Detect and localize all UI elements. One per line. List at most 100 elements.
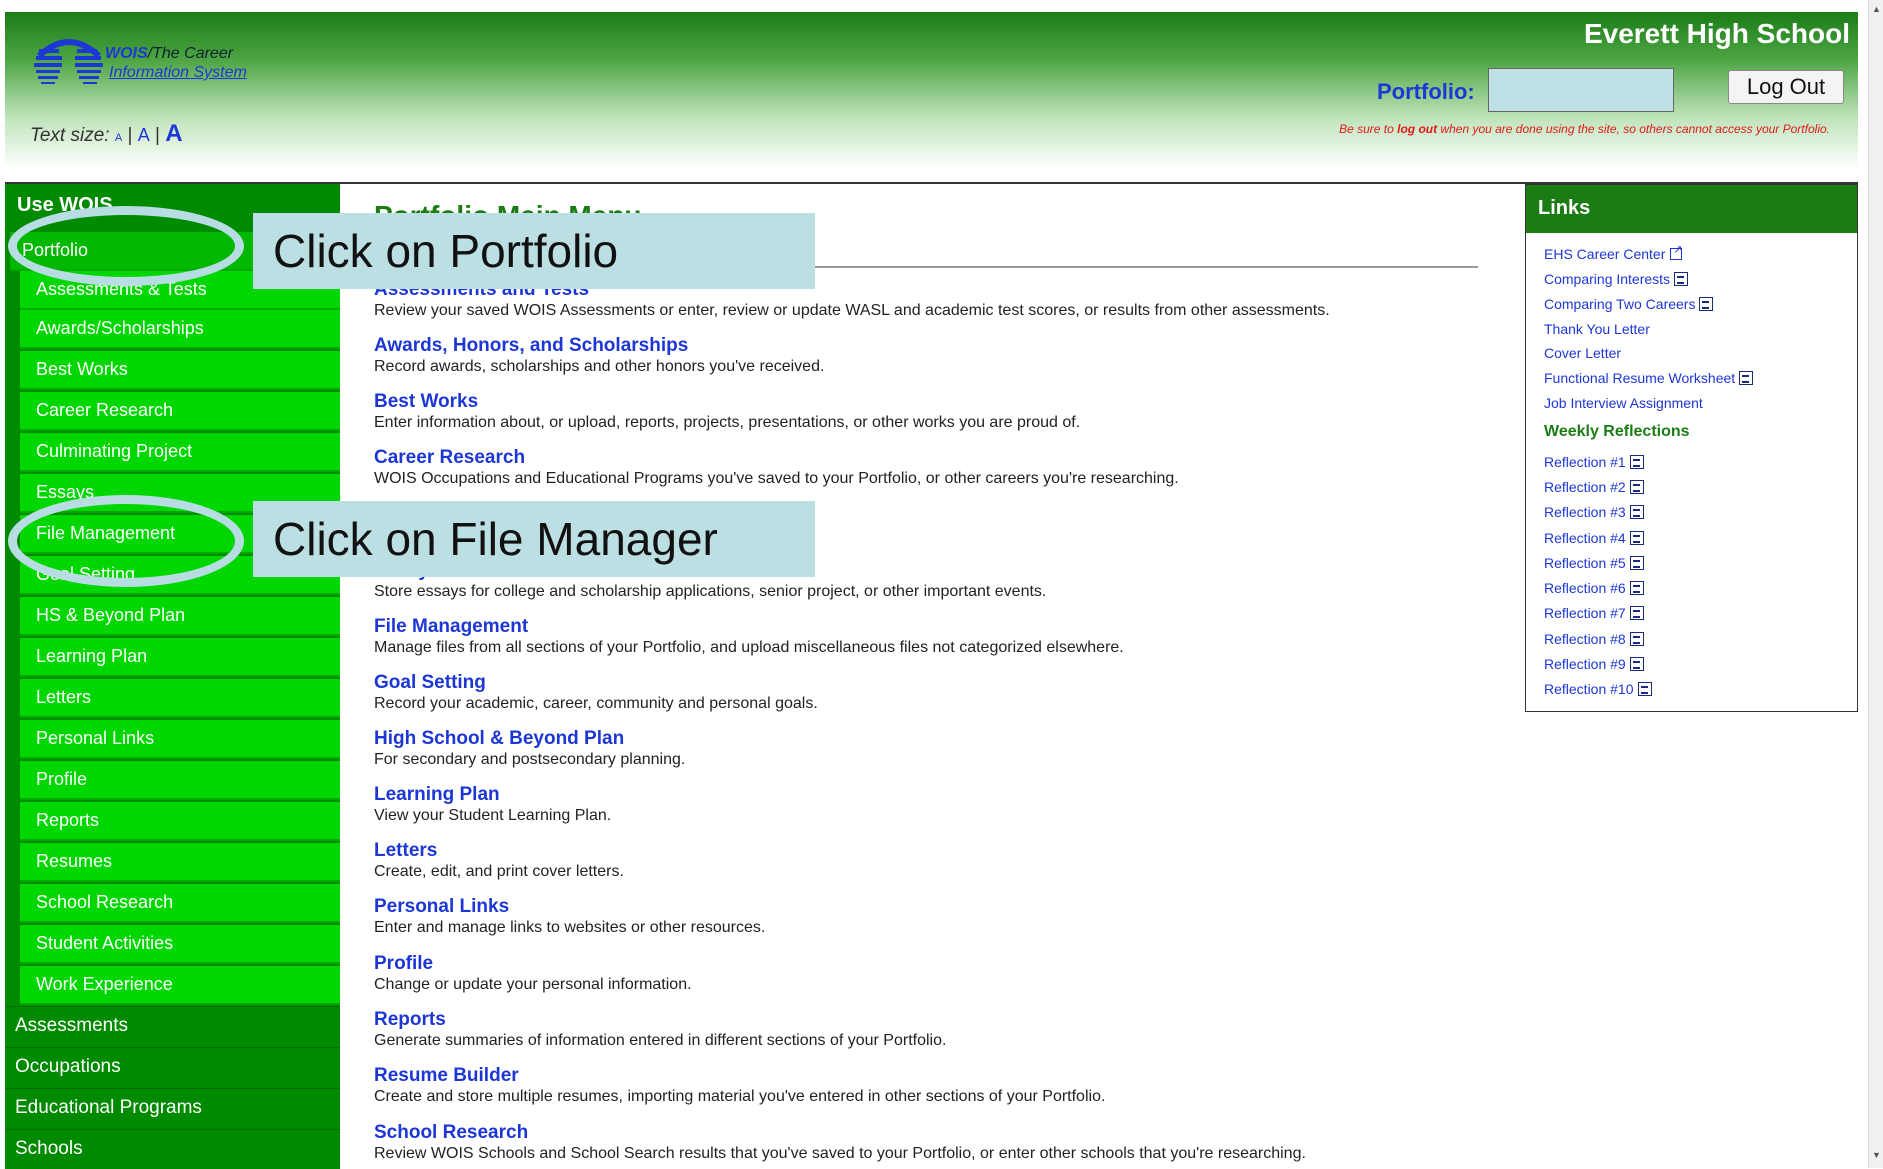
- link-label: Cover Letter: [1544, 345, 1622, 361]
- link-reflection-9[interactable]: Reflection #9: [1544, 656, 1644, 672]
- link-label: Reflection #4: [1544, 530, 1626, 546]
- menu-item-title-link[interactable]: Profile: [374, 953, 1524, 975]
- scroll-up-arrow-icon[interactable]: ▲: [1872, 4, 1881, 14]
- menu-item-title-link[interactable]: Learning Plan: [374, 784, 1524, 806]
- menu-item-goal-setting: Goal Setting Record your academic, caree…: [374, 672, 1524, 714]
- nav-category-educational-programs[interactable]: Educational Programs: [5, 1088, 340, 1128]
- nav-category-schools[interactable]: Schools: [5, 1129, 340, 1169]
- menu-item-title-link[interactable]: Letters: [374, 840, 1524, 862]
- document-icon: [1629, 606, 1644, 620]
- menu-item-resume-builder: Resume Builder Create and store multiple…: [374, 1065, 1524, 1107]
- link-label: Reflection #2: [1544, 479, 1626, 495]
- link-reflection-3[interactable]: Reflection #3: [1544, 504, 1644, 520]
- menu-item-school-research: School Research Review WOIS Schools and …: [374, 1122, 1524, 1164]
- highlight-ring-file-management: [8, 495, 244, 587]
- menu-item-best-works: Best Works Enter information about, or u…: [374, 391, 1524, 433]
- text-size-large-link[interactable]: A: [165, 120, 182, 147]
- link-reflection-6[interactable]: Reflection #6: [1544, 580, 1644, 596]
- nav-category-occupations[interactable]: Occupations: [5, 1047, 340, 1087]
- document-icon: [1637, 682, 1652, 696]
- site-header: WOIS/The Career Information System Text …: [5, 12, 1858, 184]
- menu-item-description: Enter information about, or upload, repo…: [374, 414, 1081, 431]
- callout-click-portfolio: Click on Portfolio: [253, 213, 815, 289]
- link-thank-you-letter[interactable]: Thank You Letter: [1544, 321, 1650, 337]
- link-reflection-7[interactable]: Reflection #7: [1544, 605, 1644, 621]
- nav-item-profile[interactable]: Profile: [20, 761, 340, 800]
- document-icon: [1699, 297, 1714, 311]
- link-reflection-4[interactable]: Reflection #4: [1544, 530, 1644, 546]
- menu-item-description: For secondary and postsecondary planning…: [374, 751, 686, 768]
- menu-item-title-link[interactable]: Awards, Honors, and Scholarships: [374, 335, 1524, 357]
- log-out-button[interactable]: Log Out: [1728, 70, 1844, 104]
- nav-item-reports[interactable]: Reports: [20, 802, 340, 841]
- links-panel-header: Links: [1526, 185, 1857, 233]
- link-reflection-10[interactable]: Reflection #10: [1544, 681, 1652, 697]
- link-label: Reflection #3: [1544, 504, 1626, 520]
- nav-item-culminating-project[interactable]: Culminating Project: [20, 433, 340, 472]
- vertical-scrollbar[interactable]: ▲ ▼: [1868, 0, 1883, 1168]
- menu-item-title-link[interactable]: Career Research: [374, 447, 1524, 469]
- link-label: EHS Career Center: [1544, 246, 1666, 262]
- text-size-small-link[interactable]: A: [115, 132, 122, 144]
- link-reflection-8[interactable]: Reflection #8: [1544, 631, 1644, 647]
- link-label: Functional Resume Worksheet: [1544, 370, 1736, 386]
- nav-item-school-research[interactable]: School Research: [20, 884, 340, 923]
- link-ehs-career-center[interactable]: EHS Career Center: [1544, 243, 1683, 262]
- menu-item-title-link[interactable]: High School & Beyond Plan: [374, 728, 1524, 750]
- nav-item-personal-links[interactable]: Personal Links: [20, 720, 340, 759]
- menu-item-awards: Awards, Honors, and Scholarships Record …: [374, 335, 1524, 377]
- menu-item-title-link[interactable]: Personal Links: [374, 896, 1524, 918]
- nav-item-awards-scholarships[interactable]: Awards/Scholarships: [20, 310, 340, 349]
- document-icon: [1629, 455, 1644, 469]
- portfolio-input[interactable]: [1488, 68, 1674, 112]
- menu-item-career-research: Career Research WOIS Occupations and Edu…: [374, 447, 1524, 489]
- document-icon: [1629, 581, 1644, 595]
- menu-item-description: WOIS Occupations and Educational Program…: [374, 470, 1179, 487]
- menu-item-reports: Reports Generate summaries of informatio…: [374, 1009, 1524, 1051]
- logo-line-1-rest: /The Career: [147, 45, 234, 62]
- nav-item-resumes[interactable]: Resumes: [20, 843, 340, 882]
- links-panel: Links EHS Career Center Comparing Intere…: [1525, 184, 1858, 712]
- document-icon: [1629, 505, 1644, 519]
- school-name: Everett High School: [1583, 18, 1850, 49]
- nav-item-best-works[interactable]: Best Works: [20, 351, 340, 390]
- logo-brand: WOIS: [105, 45, 148, 62]
- menu-item-description: Generate summaries of information entere…: [374, 1032, 947, 1049]
- menu-item-personal-links: Personal Links Enter and manage links to…: [374, 896, 1524, 938]
- menu-item-description: Review WOIS Schools and School Search re…: [374, 1145, 1306, 1162]
- menu-item-title-link[interactable]: Best Works: [374, 391, 1524, 413]
- menu-item-title-link[interactable]: Resume Builder: [374, 1065, 1524, 1087]
- nav-category-assessments[interactable]: Assessments: [5, 1006, 340, 1046]
- link-reflection-5[interactable]: Reflection #5: [1544, 555, 1644, 571]
- document-icon: [1629, 632, 1644, 646]
- link-reflection-1[interactable]: Reflection #1: [1544, 454, 1644, 470]
- text-size-medium-link[interactable]: A: [138, 125, 150, 145]
- link-comparing-interests[interactable]: Comparing Interests: [1544, 271, 1689, 287]
- nav-item-learning-plan[interactable]: Learning Plan: [20, 638, 340, 677]
- external-link-icon: [1670, 243, 1683, 260]
- text-size-label: Text size:: [30, 125, 110, 146]
- link-comparing-two-careers[interactable]: Comparing Two Careers: [1544, 296, 1714, 312]
- wois-logo-mark-icon: [34, 39, 103, 84]
- nav-item-work-experience[interactable]: Work Experience: [20, 966, 340, 1005]
- menu-item-description: Enter and manage links to websites or ot…: [374, 919, 766, 936]
- link-cover-letter[interactable]: Cover Letter: [1544, 345, 1621, 361]
- menu-item-title-link[interactable]: School Research: [374, 1122, 1524, 1144]
- menu-item-description: View your Student Learning Plan.: [374, 807, 612, 824]
- scroll-down-arrow-icon[interactable]: ▼: [1872, 1150, 1881, 1160]
- menu-item-title-link[interactable]: Goal Setting: [374, 672, 1524, 694]
- nav-item-letters[interactable]: Letters: [20, 679, 340, 718]
- menu-item-description: Create and store multiple resumes, impor…: [374, 1088, 1106, 1105]
- weekly-reflections-heading: Weekly Reflections: [1544, 423, 1690, 440]
- nav-item-student-activities[interactable]: Student Activities: [20, 925, 340, 964]
- menu-item-title-link[interactable]: Reports: [374, 1009, 1524, 1031]
- menu-item-title-link[interactable]: File Management: [374, 616, 1524, 638]
- menu-item-description: Manage files from all sections of your P…: [374, 639, 1124, 656]
- nav-item-career-research[interactable]: Career Research: [20, 392, 340, 431]
- link-job-interview-assignment[interactable]: Job Interview Assignment: [1544, 395, 1703, 411]
- nav-item-hs-beyond-plan[interactable]: HS & Beyond Plan: [20, 597, 340, 636]
- link-functional-resume-worksheet[interactable]: Functional Resume Worksheet: [1544, 370, 1754, 386]
- link-label: Reflection #5: [1544, 555, 1626, 571]
- wois-logo[interactable]: WOIS/The Career Information System: [29, 34, 289, 104]
- link-reflection-2[interactable]: Reflection #2: [1544, 479, 1644, 495]
